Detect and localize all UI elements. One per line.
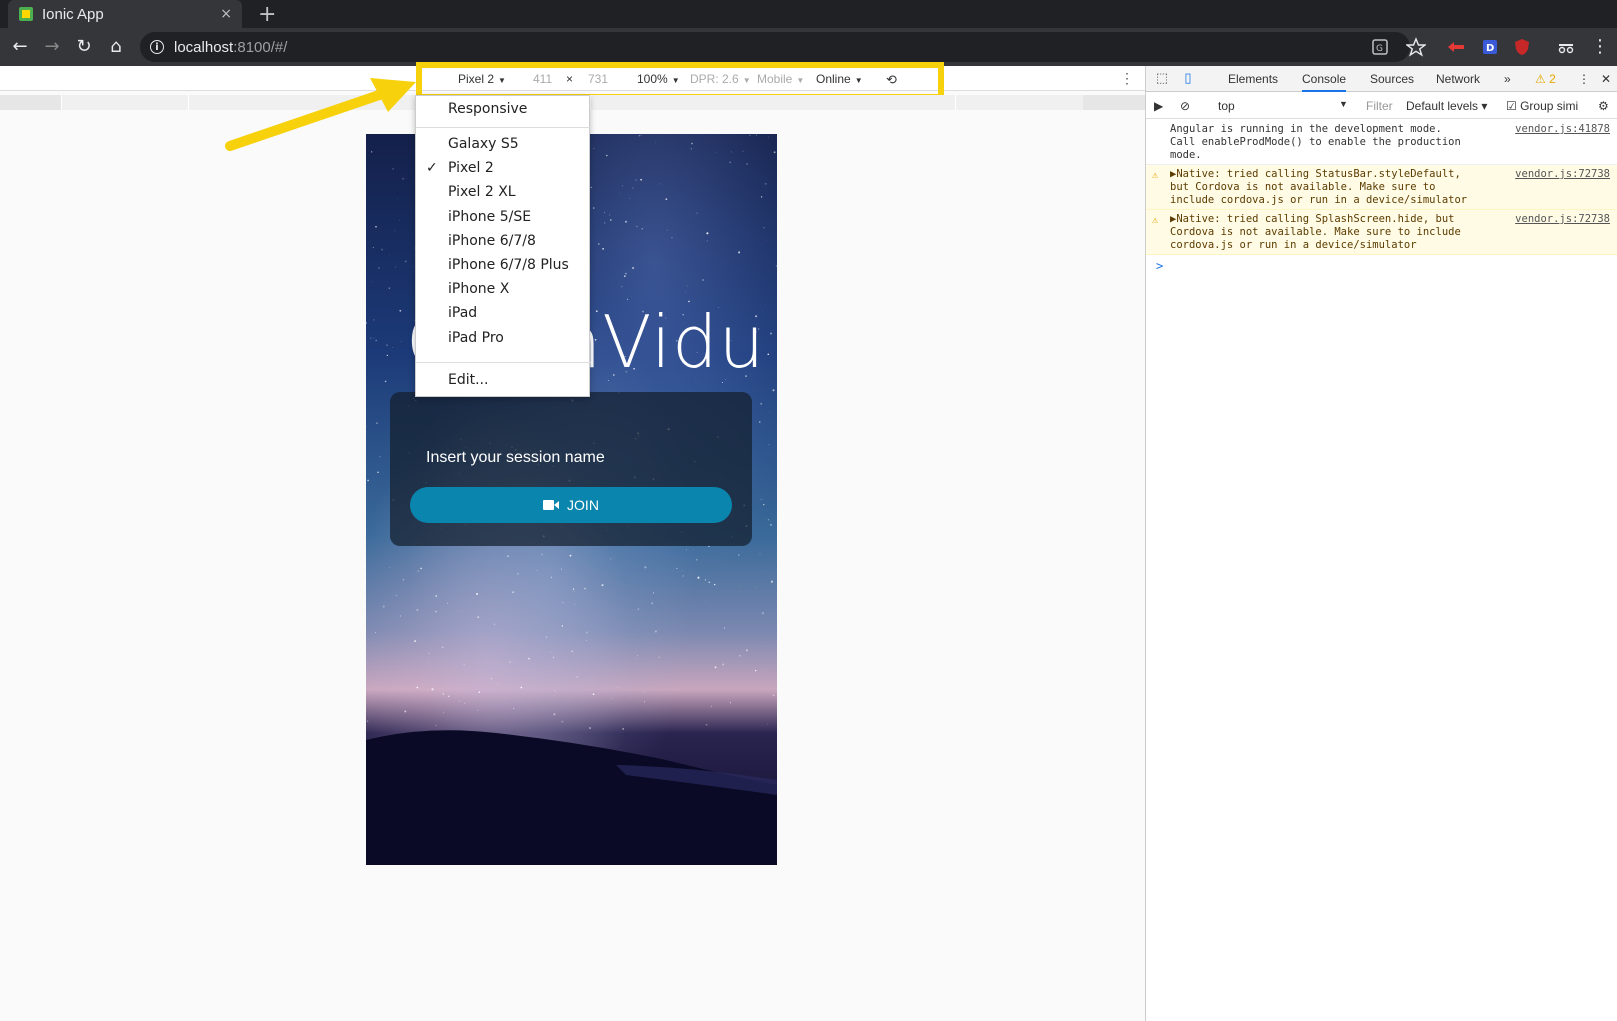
device-dropdown-menu: Responsive ✓ Galaxy S5 Pixel 2 Pixel 2 XL i…: [415, 95, 591, 397]
devtools-tabbar: ⬚ ▯ Elements Console Sources Network » ⚠…: [1146, 66, 1617, 92]
devtools-close-icon[interactable]: ✕: [1601, 72, 1611, 86]
clear-console-icon[interactable]: ⊘: [1180, 99, 1190, 113]
menu-item-device[interactable]: iPhone 5/SE: [448, 209, 531, 225]
message-text: ▶Native: tried calling SplashScreen.hide…: [1170, 213, 1461, 251]
device-toggle-icon[interactable]: ▯: [1179, 70, 1197, 88]
context-caret-icon[interactable]: ▼: [1339, 99, 1348, 109]
forward-icon[interactable]: →: [40, 35, 64, 59]
menu-item-responsive[interactable]: Responsive: [448, 101, 527, 117]
devtools-menu-icon[interactable]: ⋮: [1578, 72, 1590, 86]
video-camera-icon: [543, 500, 560, 510]
extension-d-icon[interactable]: D: [1480, 37, 1500, 57]
bookmark-star-icon[interactable]: [1406, 37, 1426, 57]
url-path: :8100/#/: [233, 38, 288, 56]
reload-icon[interactable]: ↻: [72, 35, 96, 59]
filter-input[interactable]: Filter: [1366, 99, 1393, 113]
console-message[interactable]: ⚠ ▶Native: tried calling SplashScreen.hid…: [1146, 210, 1617, 255]
group-similar-checkbox[interactable]: ☑ Group simi: [1506, 99, 1578, 113]
message-source-link[interactable]: vendor.js:72738: [1515, 168, 1610, 181]
browser-toolbar: ← → ↻ ⌂ i localhost :8100/#/ G D ⋮: [0, 28, 1617, 66]
menu-item-device[interactable]: iPhone X: [448, 281, 509, 297]
address-bar[interactable]: i localhost :8100/#/: [140, 32, 1410, 62]
svg-text:D: D: [1486, 43, 1494, 54]
console-message[interactable]: ⚠ ▶Native: tried calling StatusBar.styleD…: [1146, 165, 1617, 210]
menu-item-device[interactable]: iPhone 6/7/8 Plus: [448, 257, 569, 273]
message-text: Angular is running in the development mo…: [1170, 123, 1461, 161]
tab-console[interactable]: Console: [1302, 72, 1347, 92]
menu-item-device[interactable]: Galaxy S5: [448, 136, 519, 152]
new-tab-button[interactable]: +: [258, 2, 276, 27]
message-source-link[interactable]: vendor.js:41878: [1515, 123, 1610, 136]
devtools-panel: ⬚ ▯ Elements Console Sources Network » ⚠…: [1145, 66, 1617, 1021]
ionic-favicon-icon: [19, 7, 33, 21]
mountain-silhouette: [366, 730, 777, 865]
warning-icon: ⚠: [1152, 170, 1159, 181]
extension-red-icon[interactable]: [1446, 37, 1466, 57]
tab-strip: Ionic App × +: [0, 0, 1617, 28]
tab-sources[interactable]: Sources: [1370, 72, 1414, 86]
browser-menu-icon[interactable]: ⋮: [1588, 35, 1612, 59]
menu-item-device[interactable]: iPhone 6/7/8: [448, 233, 536, 249]
console-filter-bar: ▶ ⊘ top ▼ Filter Default levels ▾ ☑ Grou…: [1146, 93, 1617, 119]
back-icon[interactable]: ←: [8, 35, 32, 59]
console-output: Angular is running in the development mo…: [1146, 120, 1617, 273]
context-select[interactable]: top: [1218, 99, 1235, 113]
tab-network[interactable]: Network: [1436, 72, 1480, 86]
console-message[interactable]: Angular is running in the development mo…: [1146, 120, 1617, 165]
more-tabs-icon[interactable]: »: [1504, 72, 1511, 86]
sidebar-toggle-icon[interactable]: ▶: [1154, 99, 1163, 113]
tab-title: Ionic App: [42, 5, 104, 23]
warning-icon: ⚠: [1152, 215, 1159, 226]
ublock-icon[interactable]: [1512, 37, 1532, 57]
browser-tab[interactable]: Ionic App ×: [8, 0, 242, 28]
checkmark-icon: ✓: [426, 160, 438, 176]
menu-item-device[interactable]: Pixel 2 XL: [448, 184, 516, 200]
console-prompt[interactable]: >: [1156, 259, 1617, 273]
message-source-link[interactable]: vendor.js:72738: [1515, 213, 1610, 226]
incognito-icon[interactable]: [1556, 37, 1576, 57]
join-card: Insert your session name JOIN: [390, 392, 752, 546]
menu-item-device[interactable]: iPad: [448, 305, 477, 321]
svg-text:G: G: [1376, 44, 1383, 54]
message-text: ▶Native: tried calling StatusBar.styleDe…: [1170, 168, 1468, 206]
menu-item-device[interactable]: Pixel 2: [448, 160, 494, 176]
home-icon[interactable]: ⌂: [104, 35, 128, 59]
menu-item-device[interactable]: iPad Pro: [448, 330, 504, 346]
console-settings-icon[interactable]: ⚙: [1598, 99, 1609, 113]
join-button-label: JOIN: [567, 497, 599, 513]
log-levels-select[interactable]: Default levels ▾: [1406, 99, 1487, 113]
site-info-icon[interactable]: i: [150, 40, 164, 54]
session-name-field[interactable]: Insert your session name: [426, 449, 605, 467]
url-host: localhost: [174, 38, 234, 56]
inspect-element-icon[interactable]: ⬚: [1153, 70, 1171, 88]
device-toolbar-menu-icon[interactable]: ⋮: [1120, 70, 1134, 87]
warning-count-badge[interactable]: ⚠ 2: [1535, 72, 1556, 86]
translate-icon[interactable]: G: [1370, 37, 1390, 57]
join-button[interactable]: JOIN: [410, 487, 732, 523]
tab-close-icon[interactable]: ×: [220, 6, 232, 22]
menu-item-edit[interactable]: Edit...: [448, 372, 488, 388]
tab-elements[interactable]: Elements: [1228, 72, 1278, 86]
